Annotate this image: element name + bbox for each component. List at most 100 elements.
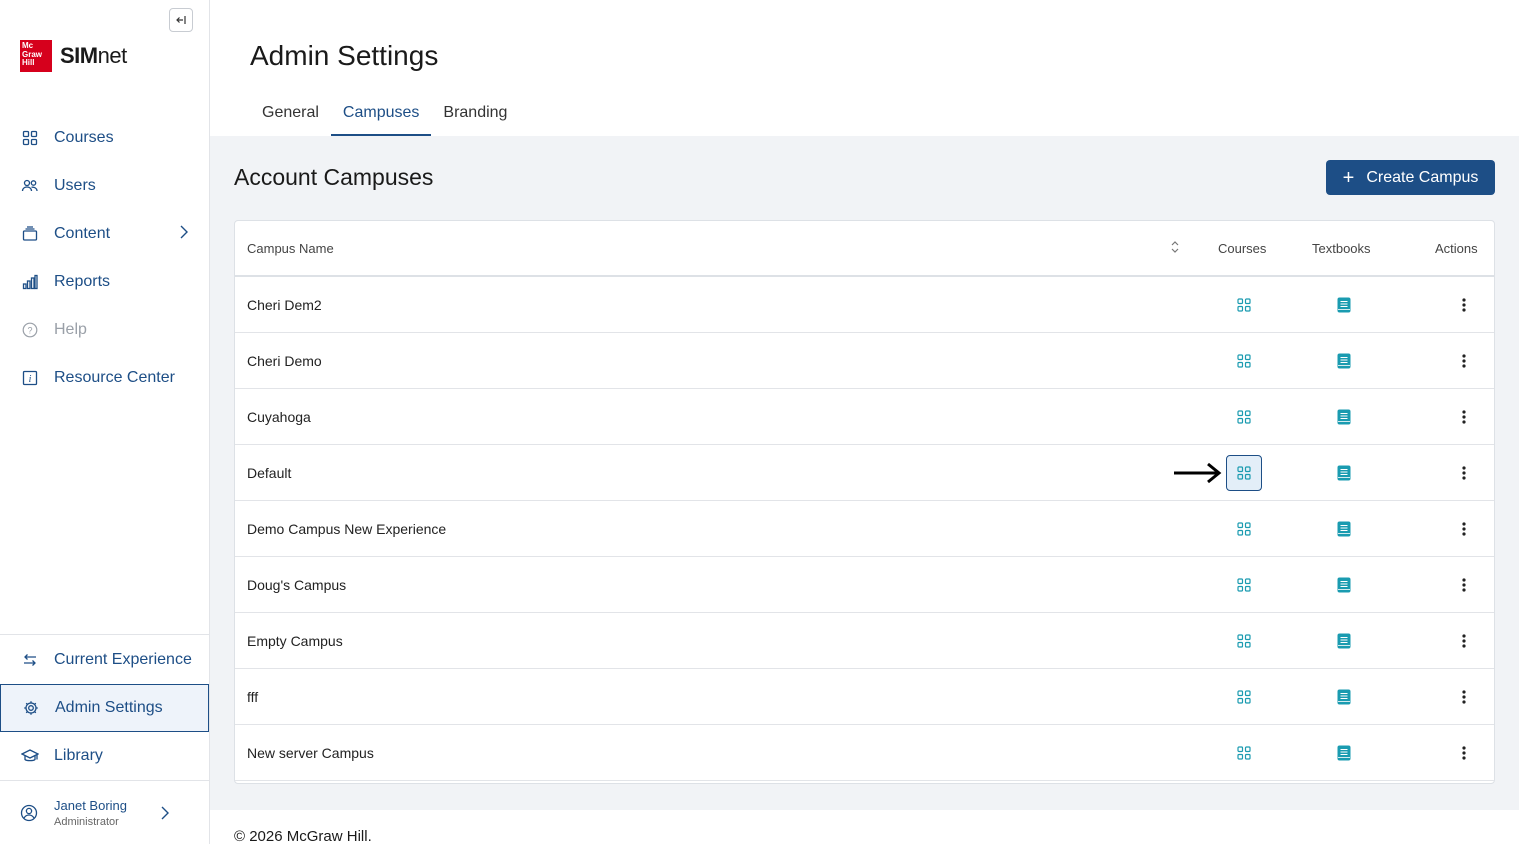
column-campus-name: Campus Name xyxy=(247,241,334,256)
swap-arrows-icon xyxy=(20,650,40,670)
table-row: fff xyxy=(235,669,1494,725)
view-courses-button[interactable] xyxy=(1226,287,1262,323)
book-icon xyxy=(1337,745,1351,761)
product-name: SIMnet xyxy=(60,43,127,68)
book-icon xyxy=(1337,409,1351,425)
actions-menu-button[interactable] xyxy=(1446,287,1482,323)
view-textbooks-button[interactable] xyxy=(1326,511,1362,547)
view-textbooks-button[interactable] xyxy=(1326,735,1362,771)
nav-help[interactable]: ? Help xyxy=(0,307,209,353)
view-courses-button[interactable] xyxy=(1226,679,1262,715)
svg-text:i: i xyxy=(29,374,32,385)
grid-icon xyxy=(1237,634,1251,648)
column-courses: Courses xyxy=(1218,241,1267,256)
gear-icon xyxy=(21,698,41,718)
column-actions: Actions xyxy=(1435,241,1478,256)
column-textbooks: Textbooks xyxy=(1312,241,1371,256)
view-textbooks-button[interactable] xyxy=(1326,679,1362,715)
view-textbooks-button[interactable] xyxy=(1326,399,1362,435)
create-campus-label: Create Campus xyxy=(1366,168,1479,186)
grid-icon xyxy=(1237,298,1251,312)
main-area: Admin Settings General Campuses Branding… xyxy=(210,0,1519,844)
nav-library[interactable]: Library xyxy=(0,733,209,779)
book-icon xyxy=(1337,577,1351,593)
nav-label: Current Experience xyxy=(54,651,192,668)
sidebar-divider xyxy=(0,634,209,635)
tab-bar: General Campuses Branding xyxy=(250,96,519,137)
campus-name: Cuyahoga xyxy=(247,409,311,425)
chevron-right-icon xyxy=(160,805,170,826)
view-courses-button[interactable] xyxy=(1226,399,1262,435)
create-campus-button[interactable]: + Create Campus xyxy=(1326,160,1495,195)
nav-label: Resource Center xyxy=(54,369,175,386)
campus-name: Cheri Dem2 xyxy=(247,297,322,313)
actions-menu-button[interactable] xyxy=(1446,343,1482,379)
nav-admin-settings[interactable]: Admin Settings xyxy=(0,684,209,732)
campus-name: Demo Campus New Experience xyxy=(247,521,447,537)
grid-icon xyxy=(1237,522,1251,536)
actions-menu-button[interactable] xyxy=(1446,679,1482,715)
page-title: Admin Settings xyxy=(250,40,439,71)
sort-icon[interactable] xyxy=(1169,239,1181,257)
book-icon xyxy=(1337,633,1351,649)
nav-label: Courses xyxy=(54,129,114,146)
svg-text:?: ? xyxy=(27,326,32,336)
campus-name: Empty Campus xyxy=(247,633,343,649)
grid-icon xyxy=(1237,410,1251,424)
bar-chart-icon xyxy=(20,272,40,292)
nav-courses[interactable]: Courses xyxy=(0,115,209,161)
campus-name: Default xyxy=(247,465,292,481)
more-vertical-icon xyxy=(1462,409,1466,425)
nav-label: Help xyxy=(54,321,87,338)
nav-label: Library xyxy=(54,747,103,764)
user-profile[interactable]: Janet Boring Administrator xyxy=(0,788,209,838)
book-icon xyxy=(1337,521,1351,537)
nav-resource-center[interactable]: i Resource Center xyxy=(0,355,209,401)
view-courses-button[interactable] xyxy=(1226,343,1262,379)
sidebar: Mc Graw Hill SIMnet Courses Users Conten… xyxy=(0,0,210,844)
actions-menu-button[interactable] xyxy=(1446,623,1482,659)
nav-users[interactable]: Users xyxy=(0,163,209,209)
tab-campuses[interactable]: Campuses xyxy=(330,96,432,137)
campus-name: Cheri Demo xyxy=(247,353,322,369)
table-row: Default xyxy=(235,445,1494,501)
user-avatar-icon xyxy=(20,804,38,822)
footer xyxy=(210,810,1519,844)
tab-branding[interactable]: Branding xyxy=(431,96,519,137)
nav-current-experience[interactable]: Current Experience xyxy=(0,637,209,683)
actions-menu-button[interactable] xyxy=(1446,567,1482,603)
campus-name: fff xyxy=(247,689,259,705)
actions-menu-button[interactable] xyxy=(1446,455,1482,491)
users-icon xyxy=(20,176,40,196)
view-courses-button[interactable] xyxy=(1226,735,1262,771)
plus-icon: + xyxy=(1342,166,1355,189)
actions-menu-button[interactable] xyxy=(1446,511,1482,547)
user-role: Administrator xyxy=(54,816,119,828)
more-vertical-icon xyxy=(1462,745,1466,761)
nav-label: Reports xyxy=(54,273,111,290)
view-courses-button[interactable] xyxy=(1226,455,1262,491)
chevron-right-icon xyxy=(179,224,189,245)
nav-label: Users xyxy=(54,177,96,194)
view-courses-button[interactable] xyxy=(1226,567,1262,603)
grid-icon xyxy=(20,128,40,148)
table-row: New server Campus xyxy=(235,725,1494,781)
tab-general[interactable]: General xyxy=(250,96,331,137)
actions-menu-button[interactable] xyxy=(1446,735,1482,771)
view-textbooks-button[interactable] xyxy=(1326,343,1362,379)
view-textbooks-button[interactable] xyxy=(1326,623,1362,659)
view-courses-button[interactable] xyxy=(1226,511,1262,547)
collapse-sidebar-button[interactable] xyxy=(169,8,193,32)
table-row: Cuyahoga xyxy=(235,389,1494,445)
more-vertical-icon xyxy=(1462,521,1466,537)
nav-reports[interactable]: Reports xyxy=(0,259,209,305)
page-header: Admin Settings General Campuses Branding xyxy=(210,0,1519,137)
nav-content[interactable]: Content xyxy=(0,211,209,257)
view-textbooks-button[interactable] xyxy=(1326,567,1362,603)
view-textbooks-button[interactable] xyxy=(1326,287,1362,323)
book-icon xyxy=(1337,689,1351,705)
grid-icon xyxy=(1237,690,1251,704)
view-textbooks-button[interactable] xyxy=(1326,455,1362,491)
view-courses-button[interactable] xyxy=(1226,623,1262,659)
actions-menu-button[interactable] xyxy=(1446,399,1482,435)
